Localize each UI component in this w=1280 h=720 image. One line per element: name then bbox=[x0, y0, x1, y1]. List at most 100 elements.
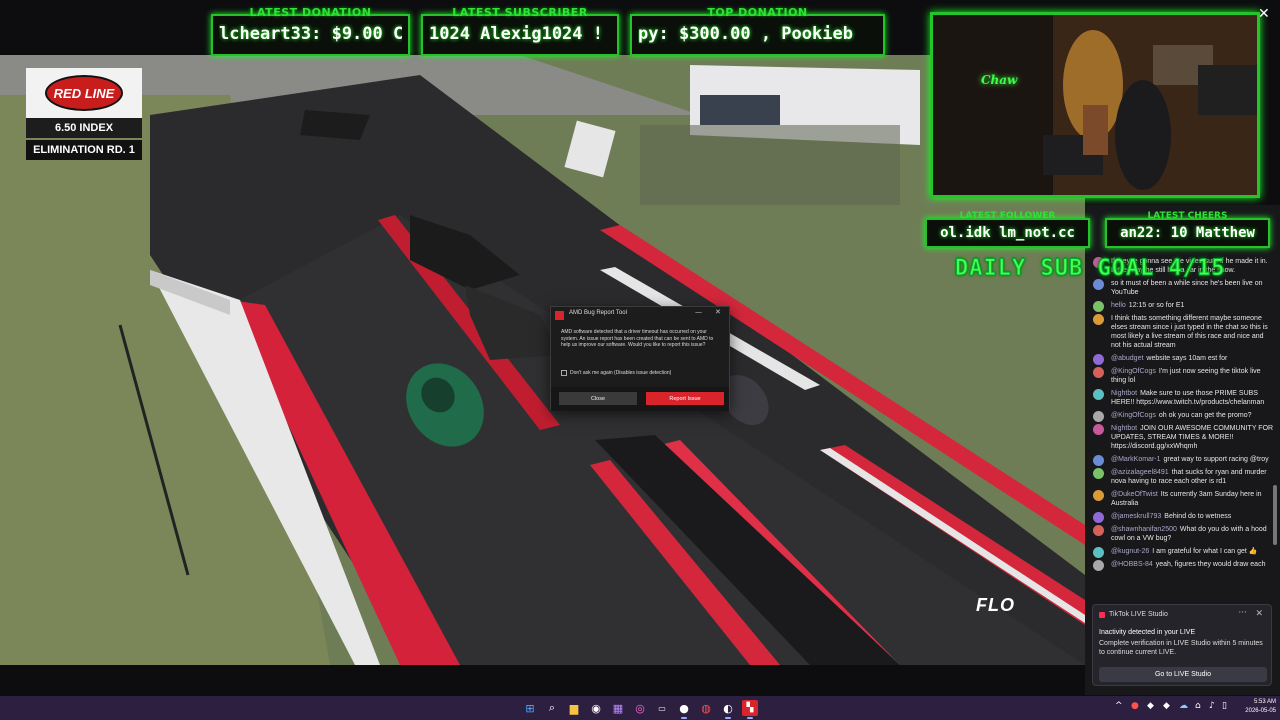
steam-icon[interactable]: ◐ bbox=[720, 700, 736, 719]
more-icon[interactable]: ··· bbox=[1238, 608, 1247, 618]
chat-username[interactable]: @kugnut-26 bbox=[1111, 548, 1149, 555]
chat-username[interactable]: @jameskrull793 bbox=[1111, 513, 1161, 520]
chat-message: @kugnut-26 I am grateful for what I can g… bbox=[1085, 545, 1280, 558]
volume-icon[interactable]: ♪ bbox=[1209, 701, 1215, 711]
chat-username[interactable]: @KingOfCogs bbox=[1111, 368, 1156, 375]
chat-text: I am grateful for what I can get 👍 bbox=[1152, 548, 1258, 555]
dialog-title: AMD Bug Report Tool bbox=[569, 310, 627, 316]
tray-app-icon[interactable]: ● bbox=[1131, 701, 1139, 711]
dialog-message: AMD software detected that a driver time… bbox=[561, 329, 714, 348]
notification-heading: Inactivity detected in your LIVE bbox=[1099, 629, 1196, 636]
chat-message: I think thats something different maybe … bbox=[1085, 312, 1280, 352]
latest-subscriber-header: LATEST SUBSCRIBER bbox=[452, 6, 588, 19]
chat-avatar bbox=[1093, 389, 1104, 400]
notification-body: Complete verification in LIVE Studio wit… bbox=[1099, 640, 1263, 656]
screen: LATEST DONATION lcheart33: $9.00 Cag LAT… bbox=[0, 0, 1280, 720]
dont-ask-checkbox[interactable] bbox=[561, 370, 567, 376]
latest-donation-value: lcheart33: $9.00 Cag bbox=[219, 24, 402, 44]
tray-chevron-icon[interactable]: ^ bbox=[1115, 701, 1123, 711]
obs-app-icon[interactable]: ● bbox=[676, 700, 692, 719]
video-feed[interactable] bbox=[0, 55, 1085, 665]
file-explorer-icon[interactable]: ▆ bbox=[566, 700, 582, 716]
chat-message: @KingOfCogs oh ok you can get the promo? bbox=[1085, 409, 1280, 422]
chat-avatar bbox=[1093, 490, 1104, 501]
latest-subscriber-panel: LATEST SUBSCRIBER 1024 Alexig1024 ! bbox=[421, 6, 619, 56]
flo-logo: FLO bbox=[976, 595, 1015, 615]
grid-app-icon[interactable]: ▦ bbox=[610, 700, 626, 716]
dont-ask-label: Don't ask me again (Disables issue detec… bbox=[570, 370, 672, 376]
tiktok-icon bbox=[1099, 612, 1105, 618]
amd-icon bbox=[555, 311, 564, 320]
chat-avatar bbox=[1093, 455, 1104, 466]
chat-username[interactable]: Nightbot bbox=[1111, 390, 1137, 397]
clock-time: 5:53 AM bbox=[1253, 699, 1276, 705]
chat-message: Nightbot Make sure to use those PRIME SUB… bbox=[1085, 387, 1280, 409]
latest-follower-panel: LATEST FOLLOWER ol.idk lm_not.cc bbox=[925, 211, 1090, 248]
neon-sign: Chaw bbox=[981, 73, 1018, 87]
chat-avatar bbox=[1093, 468, 1104, 479]
chat-avatar bbox=[1093, 314, 1104, 325]
camera-app-icon[interactable]: ◎ bbox=[632, 700, 648, 716]
top-donation-value: py: $300.00 , Pookieb bbox=[638, 24, 853, 44]
go-to-live-studio-button[interactable]: Go to LIVE Studio bbox=[1099, 667, 1267, 682]
chat-username[interactable]: @MarkKomar-1 bbox=[1111, 456, 1161, 463]
chat-message: @DukeOfTwist Its currently 3am Sunday her… bbox=[1085, 488, 1280, 510]
chat-message: @shawnhanifan2500 What do you do with a h… bbox=[1085, 523, 1280, 545]
chat-avatar bbox=[1093, 560, 1104, 571]
chat-text: yeah, figures they would draw each bbox=[1155, 561, 1266, 568]
chat-text: I think thats something different maybe … bbox=[1111, 315, 1268, 349]
close-icon[interactable]: ✕ bbox=[715, 308, 721, 316]
tray-app-icon-3[interactable]: ◆ bbox=[1163, 701, 1170, 711]
system-clock[interactable]: 5:53 AM 2026-05-05 bbox=[1234, 698, 1276, 716]
minimize-icon[interactable]: — bbox=[695, 308, 702, 316]
chat-text: great way to support racing @troy bbox=[1163, 456, 1269, 463]
terminal-icon[interactable]: ▭ bbox=[654, 700, 670, 716]
amd-bug-report-dialog: AMD Bug Report Tool — ✕ AMD software det… bbox=[550, 306, 730, 411]
chat-scrollbar[interactable] bbox=[1273, 485, 1277, 545]
tray-app-icon-2[interactable]: ◆ bbox=[1147, 701, 1154, 711]
chat-username[interactable]: Nightbot bbox=[1111, 425, 1137, 432]
latest-donation-header: LATEST DONATION bbox=[249, 6, 372, 19]
tiktok-notification: TikTok LIVE Studio ··· ✕ Inactivity dete… bbox=[1092, 604, 1272, 686]
battery-icon[interactable]: ▯ bbox=[1222, 701, 1227, 711]
close-icon[interactable]: ✕ bbox=[1255, 609, 1263, 619]
latest-cheers-header: LATEST CHEERS bbox=[1147, 211, 1228, 221]
chat-avatar bbox=[1093, 301, 1104, 312]
chat-username[interactable]: @shawnhanifan2500 bbox=[1111, 526, 1177, 533]
latest-subscriber-value: 1024 Alexig1024 ! bbox=[429, 24, 603, 44]
chat-message: hello 12:15 or so for E1 bbox=[1085, 299, 1280, 312]
browser-icon[interactable]: ◉ bbox=[588, 700, 604, 716]
start-icon[interactable]: ⊞ bbox=[522, 700, 538, 716]
index-label: 6.50 INDEX bbox=[26, 118, 142, 138]
chat-username[interactable]: @abudget bbox=[1111, 355, 1143, 362]
record-app-icon[interactable]: ◍ bbox=[698, 700, 714, 716]
chat-avatar bbox=[1093, 424, 1104, 435]
chat-username[interactable]: @KingOfCogs bbox=[1111, 412, 1156, 419]
network-icon[interactable]: ⌂ bbox=[1195, 701, 1201, 711]
chat-username[interactable]: @azizalageel8491 bbox=[1111, 469, 1169, 476]
latest-follower-value: ol.idk lm_not.cc bbox=[940, 225, 1075, 241]
top-donation-header: TOP DONATION bbox=[707, 6, 808, 19]
close-icon[interactable]: ✕ bbox=[1258, 6, 1270, 22]
close-button[interactable]: Close bbox=[559, 392, 637, 405]
chat-avatar bbox=[1093, 354, 1104, 365]
report-issue-button[interactable]: Report Issue bbox=[646, 392, 724, 405]
latest-cheers-panel: LATEST CHEERS an22: 10 Matthew bbox=[1105, 211, 1270, 248]
clock-date: 2026-05-05 bbox=[1245, 708, 1276, 714]
amd-taskbar-icon[interactable]: ▚ bbox=[742, 700, 758, 719]
chat-username[interactable]: @DukeOfTwist bbox=[1111, 491, 1158, 498]
tray-app-icon-4[interactable]: ☁ bbox=[1179, 701, 1188, 711]
search-icon[interactable]: ⌕ bbox=[544, 700, 560, 716]
chat-avatar bbox=[1093, 512, 1104, 523]
chat-username[interactable]: @HOBBS-84 bbox=[1111, 561, 1153, 568]
top-donation-panel: TOP DONATION py: $300.00 , Pookieb bbox=[630, 6, 885, 56]
chat-avatar bbox=[1093, 411, 1104, 422]
chat-message: @jameskrull793 Behind do to wetness bbox=[1085, 510, 1280, 523]
round-label: ELIMINATION RD. 1 bbox=[26, 140, 142, 160]
chat-message: @MarkKomar-1 great way to support racing … bbox=[1085, 453, 1280, 466]
chat-text: website says 10am est for bbox=[1146, 355, 1228, 362]
chat-avatar bbox=[1093, 525, 1104, 536]
chat-avatar bbox=[1093, 367, 1104, 378]
webcam-image bbox=[933, 15, 1257, 195]
chat-username[interactable]: hello bbox=[1111, 302, 1126, 309]
